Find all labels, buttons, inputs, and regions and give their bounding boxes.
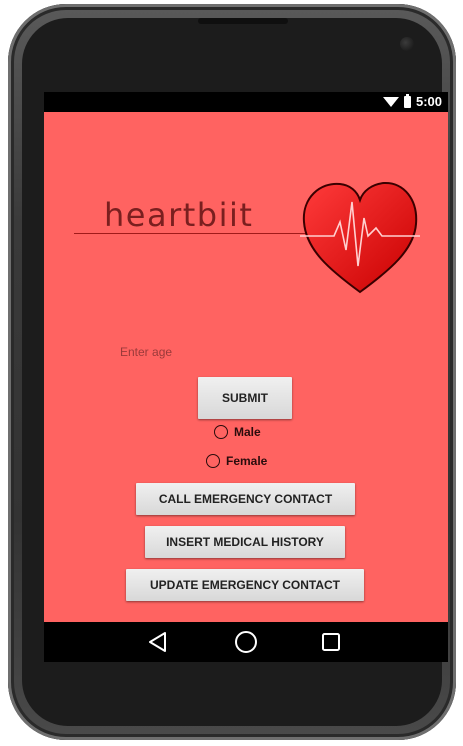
app-logo-text: heartbiit (104, 196, 254, 234)
wifi-icon (382, 96, 399, 107)
radio-male-label: Male (234, 425, 261, 439)
recent-apps-button[interactable] (317, 630, 345, 654)
home-button[interactable] (232, 630, 260, 654)
age-input[interactable] (120, 342, 240, 362)
speaker-grille (198, 18, 288, 24)
back-triangle-icon (149, 632, 166, 652)
radio-circle-icon[interactable] (206, 454, 220, 468)
heart-ecg-icon (300, 181, 420, 294)
call-emergency-contact-button[interactable]: CALL EMERGENCY CONTACT (136, 483, 355, 515)
radio-male[interactable]: Male (214, 425, 261, 439)
status-time: 5:00 (415, 94, 442, 109)
phone-screen: 5:00 heartbiit SUBMIT Male (44, 92, 448, 662)
navigation-bar (44, 622, 448, 662)
battery-icon (403, 93, 411, 108)
home-circle-icon (235, 631, 257, 653)
status-bar: 5:00 (44, 92, 448, 112)
radio-female-label: Female (226, 454, 268, 468)
app-content: heartbiit SUBMIT Male Female (44, 112, 448, 622)
back-button[interactable] (144, 630, 172, 654)
radio-circle-icon[interactable] (214, 425, 228, 439)
recent-apps-square-icon (322, 633, 340, 651)
front-camera (400, 37, 414, 51)
update-emergency-contact-button[interactable]: UPDATE EMERGENCY CONTACT (126, 569, 364, 601)
radio-female[interactable]: Female (206, 454, 267, 468)
phone-frame: 5:00 heartbiit SUBMIT Male (8, 4, 456, 740)
submit-button[interactable]: SUBMIT (198, 377, 292, 419)
insert-medical-history-button[interactable]: INSERT MEDICAL HISTORY (145, 526, 345, 558)
